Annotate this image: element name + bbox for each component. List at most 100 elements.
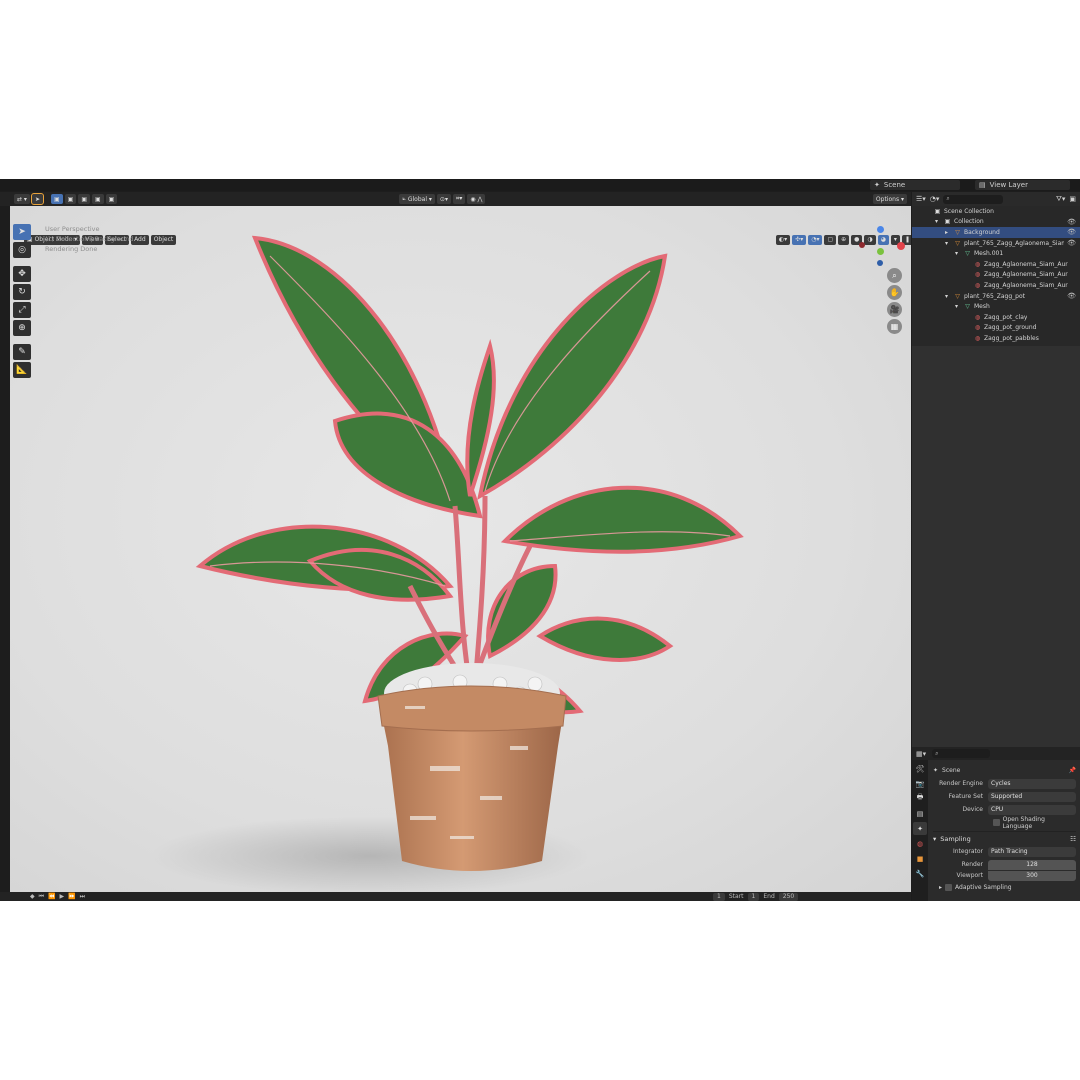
outliner-row[interactable]: ▾ ▽ plant_765_Zagg_pot 👁 [912,291,1080,302]
render-samples-field[interactable]: 128 [988,859,1076,870]
view-layer-name: View Layer [989,181,1028,189]
collection-icon: ▣ [934,207,941,215]
options-dropdown[interactable]: Options ▾ [872,194,907,204]
outliner-row[interactable]: ▾ ▣ Collection 👁 [912,217,1080,228]
modifier-tab-icon[interactable]: 🔧 [913,867,927,880]
visibility-eye-icon[interactable]: 👁 [1067,228,1076,236]
select-mode-new-icon[interactable]: ▣ [50,194,63,204]
filter-icon[interactable]: ⛛▾ [1056,195,1065,204]
play-icon[interactable]: ▶ [60,893,65,900]
object-icon: ▽ [955,239,960,247]
current-frame-field[interactable]: 1 [713,892,725,901]
transform-orientation-dropdown[interactable]: ⟀ Global ▾ [399,194,435,204]
view-layer-selector[interactable]: ▤ View Layer [975,180,1070,190]
jump-end-icon[interactable]: ⏭ [80,893,85,901]
render-engine-dropdown[interactable]: Cycles [988,778,1076,789]
proportional-edit-icon[interactable]: ◉ ⋀ [467,194,486,204]
select-mode-subtract-icon[interactable]: ▣ [78,194,90,204]
visibility-eye-icon[interactable]: 👁 [1067,292,1076,300]
outliner-search-input[interactable]: ⌕ [943,194,1004,204]
view-layer-tab-icon[interactable]: ▤ [913,807,927,820]
osl-checkbox[interactable] [992,819,1000,826]
viewport-samples-label: Viewport [956,872,983,879]
mesh-icon: ▽ [965,303,970,311]
camera-view-icon[interactable]: 🎥 [887,302,902,317]
select-mode-intersect-icon[interactable]: ▣ [105,194,118,204]
chevron-right-icon[interactable]: ▸ [942,229,951,236]
outliner-row[interactable]: ◍ Zagg_pot_pabbles [912,333,1080,344]
chevron-down-icon[interactable]: ▾ [952,250,961,257]
outliner-row[interactable]: ▣ Scene Collection [912,206,1080,217]
feature-set-dropdown[interactable]: Supported [988,791,1076,802]
outliner-row-label: Zagg_pot_ground [984,324,1037,332]
start-frame-field[interactable]: 1 [747,892,760,901]
outliner-row[interactable]: ▸ ▽ Background 👁 [912,227,1080,238]
snap-icon[interactable]: ⌗▾ [452,194,466,204]
tool-tab-icon[interactable]: 🛠 [913,762,927,775]
select-mode-extend-icon[interactable]: ▣ [64,194,77,204]
keyframe-icon[interactable]: ◆ [30,893,35,900]
chevron-down-icon[interactable]: ▾ [942,293,951,300]
outliner-row[interactable]: ◍ Zagg_Aglaonema_Siam_Aur [912,280,1080,291]
orientation-label: Global [407,195,427,203]
scene-selector[interactable]: ✦ Scene [870,180,960,190]
zoom-icon[interactable]: ⌕ [887,268,902,283]
outliner-row[interactable]: ◍ Zagg_pot_ground [912,323,1080,334]
next-key-icon[interactable]: ⏩ [68,893,75,900]
select-mode-invert-icon[interactable]: ▣ [92,194,104,204]
outliner-row[interactable]: ◍ Zagg_Aglaonema_Siam_Aur [912,270,1080,281]
properties-type-icon[interactable]: ▦▾ [916,750,926,758]
visibility-eye-icon[interactable]: 👁 [1067,218,1076,226]
sampling-section-header[interactable]: ▾ Sampling ☷ [933,831,1076,845]
outliner-row[interactable]: ◍ Zagg_pot_clay [912,312,1080,323]
new-collection-icon[interactable]: ▣ [1069,195,1076,203]
y-axis-icon[interactable] [877,248,884,255]
adaptive-checkbox[interactable] [945,883,953,891]
navigation-gizmo[interactable]: ⌕ ✋ 🎥 ▦ [851,206,911,346]
outliner-row-label: Background [964,228,1000,236]
prev-key-icon[interactable]: ⏪ [48,893,55,900]
object-icon: ▽ [955,228,960,236]
outliner-row[interactable]: ▾ ▽ Mesh.001 [912,248,1080,259]
world-tab-icon[interactable]: ◍ [913,837,927,850]
blender-window: ✦ Scene ▤ View Layer ⇄ ▾ ➤ ▣ ▣ ▣ ▣ ▣ ⟀ G… [0,179,1080,901]
list-icon[interactable]: ☷ [1070,835,1076,843]
render-engine-label: Render Engine [939,780,983,787]
x-axis-icon[interactable] [897,242,905,250]
render-tab-icon[interactable]: 📷 [913,777,927,790]
adaptive-sampling-label: Adaptive Sampling [955,883,1012,891]
pan-icon[interactable]: ✋ [887,285,902,300]
integrator-dropdown[interactable]: Path Tracing [988,846,1076,857]
chevron-down-icon[interactable]: ▾ [952,303,961,310]
chevron-down-icon[interactable]: ▾ [942,240,951,247]
outliner-row[interactable]: ▾ ▽ Mesh [912,301,1080,312]
properties-title-row: ✦ Scene 📌 [933,763,1076,777]
device-dropdown[interactable]: CPU [988,804,1076,815]
outliner-row[interactable]: ▾ ▽ plant_765_Zagg_Aglaonema_Siam_A 👁 [912,238,1080,249]
properties-search-input[interactable]: ⌕ [932,749,991,758]
outliner-row-label: Zagg_pot_clay [984,313,1028,321]
pivot-point-icon[interactable]: ⊙▾ [436,194,451,204]
neg-x-axis-icon[interactable] [859,242,865,248]
display-mode-icon[interactable]: ◔▾ [930,195,940,203]
3d-viewport[interactable]: ▣ Object Mode ▾ View Select Add Object ◐… [10,206,911,892]
editor-type-button[interactable]: ⇄ ▾ [14,194,30,204]
viewport-header: ⇄ ▾ ➤ ▣ ▣ ▣ ▣ ▣ ⟀ Global ▾ ⊙▾ ⌗▾ ◉ ⋀ Opt… [0,192,911,206]
select-tool-icon[interactable]: ➤ [30,193,44,205]
pin-icon[interactable]: 📌 [1069,767,1076,774]
output-tab-icon[interactable]: 🖶 [913,792,927,805]
visibility-eye-icon[interactable]: 👁 [1067,239,1076,247]
object-tab-icon[interactable]: ■ [913,852,927,865]
scene-tab-icon[interactable]: ✦ [913,822,927,835]
viewport-samples-field[interactable]: 300 [988,870,1076,881]
end-frame-field[interactable]: 250 [778,892,799,901]
adaptive-sampling-row[interactable]: ▸ Adaptive Sampling [933,882,1076,892]
z-axis-icon[interactable] [877,226,884,233]
ortho-toggle-icon[interactable]: ▦ [887,319,902,334]
outliner-type-icon[interactable]: ☰▾ [916,195,926,203]
outliner-row-label: Mesh.001 [974,250,1004,258]
outliner-row[interactable]: ◍ Zagg_Aglaonema_Siam_Aur [912,259,1080,270]
jump-start-icon[interactable]: ⏮ [39,893,44,901]
neg-z-axis-icon[interactable] [877,260,883,266]
chevron-down-icon[interactable]: ▾ [932,218,941,225]
